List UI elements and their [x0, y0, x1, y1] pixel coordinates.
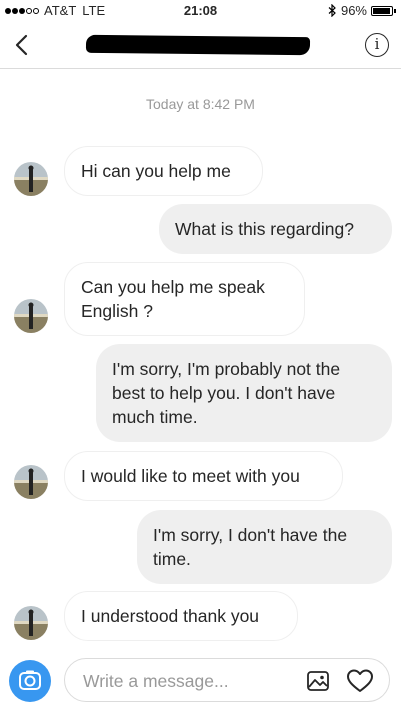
camera-icon	[19, 670, 41, 690]
status-right: 96%	[328, 3, 396, 18]
camera-button[interactable]	[9, 660, 51, 702]
message-text: I would like to meet with you	[81, 466, 300, 486]
gallery-icon[interactable]	[306, 669, 330, 693]
battery-percent: 96%	[340, 3, 367, 18]
sender-avatar[interactable]	[14, 299, 48, 333]
message-bubble-incoming[interactable]: Can you help me speak English ?	[64, 262, 305, 336]
message-text: I'm sorry, I'm probably not the best to …	[112, 359, 341, 427]
battery-icon	[371, 5, 393, 16]
bluetooth-icon	[328, 4, 336, 17]
message-bubble-outgoing[interactable]: What is this regarding?	[159, 204, 392, 254]
message-bubble-incoming[interactable]: I understood thank you	[64, 591, 298, 641]
message-composer	[0, 650, 401, 713]
redacted-username	[85, 34, 311, 56]
message-timestamp: Today at 8:42 PM	[146, 96, 255, 112]
sender-avatar[interactable]	[14, 465, 48, 499]
message-bubble-outgoing[interactable]: I'm sorry, I don't have the time.	[137, 510, 392, 584]
message-bubble-outgoing[interactable]: I'm sorry, I'm probably not the best to …	[96, 344, 392, 442]
message-input[interactable]	[83, 669, 283, 693]
chevron-left-icon[interactable]	[10, 32, 36, 58]
message-text: I understood thank you	[81, 606, 260, 626]
message-text: Can you help me speak English ?	[81, 277, 265, 321]
message-text: I'm sorry, I don't have the time.	[153, 525, 348, 569]
status-bar: AT&T LTE 21:08 96%	[0, 0, 401, 22]
info-icon[interactable]: i	[365, 33, 389, 57]
message-text: Hi can you help me	[81, 161, 231, 181]
message-input-container	[64, 658, 390, 702]
message-bubble-incoming[interactable]: Hi can you help me	[64, 146, 263, 196]
sender-avatar[interactable]	[14, 606, 48, 640]
message-bubble-incoming[interactable]: I would like to meet with you	[64, 451, 343, 501]
heart-icon[interactable]	[346, 668, 374, 694]
sender-avatar[interactable]	[14, 162, 48, 196]
message-text: What is this regarding?	[175, 219, 354, 239]
conversation-header: i	[0, 22, 401, 69]
